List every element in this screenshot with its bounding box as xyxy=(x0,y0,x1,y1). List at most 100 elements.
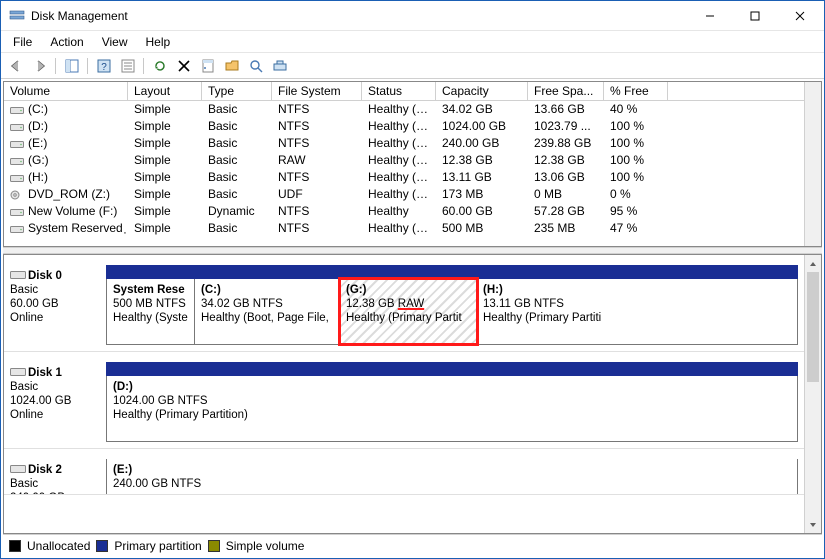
volume-row[interactable]: DVD_ROM (Z:)SimpleBasicUDFHealthy (P...1… xyxy=(4,186,804,203)
cell: 100 % xyxy=(604,152,668,169)
cell: 240.00 GB xyxy=(436,135,528,152)
legend-primary: Primary partition xyxy=(114,539,201,553)
explore-button[interactable] xyxy=(245,55,267,77)
cell: Healthy (P... xyxy=(362,169,436,186)
cell: Basic xyxy=(202,118,272,135)
legend-simple: Simple volume xyxy=(226,539,305,553)
scroll-thumb[interactable] xyxy=(807,272,819,382)
cell: Basic xyxy=(202,186,272,203)
cell: 60.00 GB xyxy=(436,203,528,220)
toolbar-separator xyxy=(141,55,147,77)
volume-table[interactable]: Volume Layout Type File System Status Ca… xyxy=(4,82,804,246)
back-button[interactable] xyxy=(5,55,27,77)
cell: 0 % xyxy=(604,186,668,203)
show-hide-console-tree-button[interactable] xyxy=(61,55,83,77)
col-type[interactable]: Type xyxy=(202,82,272,100)
window-title: Disk Management xyxy=(31,9,128,23)
cell: Simple xyxy=(128,203,202,220)
delete-button[interactable] xyxy=(173,55,195,77)
cell: 0 MB xyxy=(528,186,604,203)
cell: 500 MB xyxy=(436,220,528,237)
cell: Simple xyxy=(128,118,202,135)
cell: Simple xyxy=(128,169,202,186)
forward-button[interactable] xyxy=(29,55,51,77)
cell: Simple xyxy=(128,152,202,169)
layout-area: (E:)240.00 GB NTFS xyxy=(106,459,798,494)
partition[interactable]: (C:)34.02 GB NTFSHealthy (Boot, Page Fil… xyxy=(195,279,340,344)
splitter[interactable] xyxy=(3,247,822,254)
help-button[interactable]: ? xyxy=(93,55,115,77)
cell: (C:) xyxy=(4,101,128,118)
col-fs[interactable]: File System xyxy=(272,82,362,100)
volume-row[interactable]: (C:)SimpleBasicNTFSHealthy (B...34.02 GB… xyxy=(4,101,804,118)
col-pct[interactable]: % Free xyxy=(604,82,668,100)
menu-help[interactable]: Help xyxy=(138,33,179,51)
disk-info: Disk 0Basic60.00 GBOnline xyxy=(10,265,106,345)
cell: Simple xyxy=(128,101,202,118)
cell: (D:) xyxy=(4,118,128,135)
volume-row[interactable]: (E:)SimpleBasicNTFSHealthy (P...240.00 G… xyxy=(4,135,804,152)
cell: Healthy (P... xyxy=(362,186,436,203)
disk-info: Disk 2Basic240.00 GB xyxy=(10,459,106,494)
cell: (H:) xyxy=(4,169,128,186)
properties-button[interactable] xyxy=(197,55,219,77)
disk-row[interactable]: Disk 1Basic1024.00 GBOnline(D:)1024.00 G… xyxy=(4,352,804,449)
open-button[interactable] xyxy=(221,55,243,77)
menu-action[interactable]: Action xyxy=(42,33,91,51)
partition[interactable]: (H:)13.11 GB NTFSHealthy (Primary Partit… xyxy=(477,279,627,344)
maximize-button[interactable] xyxy=(732,2,777,30)
cell: System Reserved xyxy=(4,220,128,237)
cell: Simple xyxy=(128,135,202,152)
disk-layout-view[interactable]: Disk 0Basic60.00 GBOnlineSystem Rese500 … xyxy=(4,255,804,533)
volume-table-header: Volume Layout Type File System Status Ca… xyxy=(4,82,804,101)
settings-button[interactable] xyxy=(117,55,139,77)
volume-row[interactable]: (H:)SimpleBasicNTFSHealthy (P...13.11 GB… xyxy=(4,169,804,186)
cell: 13.66 GB xyxy=(528,101,604,118)
volume-row[interactable]: System ReservedSimpleBasicNTFSHealthy (S… xyxy=(4,220,804,237)
volume-row[interactable]: (G:)SimpleBasicRAWHealthy (P...12.38 GB1… xyxy=(4,152,804,169)
cell: Basic xyxy=(202,152,272,169)
partition[interactable]: (G:)12.38 GB RAWHealthy (Primary Partit xyxy=(340,279,477,344)
layout-cap xyxy=(106,362,798,376)
col-layout[interactable]: Layout xyxy=(128,82,202,100)
drive-settings-button[interactable] xyxy=(269,55,291,77)
cell: NTFS xyxy=(272,135,362,152)
close-button[interactable] xyxy=(777,2,822,30)
disk-row[interactable]: Disk 2Basic240.00 GB(E:)240.00 GB NTFS xyxy=(4,449,804,495)
disk-row[interactable]: Disk 0Basic60.00 GBOnlineSystem Rese500 … xyxy=(4,255,804,352)
scroll-up-button[interactable] xyxy=(805,255,821,272)
col-free[interactable]: Free Spa... xyxy=(528,82,604,100)
cell: Healthy (S... xyxy=(362,220,436,237)
menu-file[interactable]: File xyxy=(5,33,40,51)
volume-row[interactable]: (D:)SimpleBasicNTFSHealthy (P...1024.00 … xyxy=(4,118,804,135)
layout-area: System Rese500 MB NTFSHealthy (Syste(C:)… xyxy=(106,265,798,345)
toolbar-separator xyxy=(53,55,59,77)
cell: 235 MB xyxy=(528,220,604,237)
menu-view[interactable]: View xyxy=(94,33,136,51)
cell: NTFS xyxy=(272,101,362,118)
cell: New Volume (F:) xyxy=(4,203,128,220)
scroll-down-button[interactable] xyxy=(805,516,821,533)
cell: 95 % xyxy=(604,203,668,220)
cell: 100 % xyxy=(604,169,668,186)
col-status[interactable]: Status xyxy=(362,82,436,100)
minimize-button[interactable] xyxy=(687,2,732,30)
partition[interactable]: (D:)1024.00 GB NTFSHealthy (Primary Part… xyxy=(107,376,797,430)
volume-row[interactable]: New Volume (F:)SimpleDynamicNTFSHealthy6… xyxy=(4,203,804,220)
col-volume[interactable]: Volume xyxy=(4,82,128,100)
cell: Healthy (P... xyxy=(362,135,436,152)
cell: DVD_ROM (Z:) xyxy=(4,186,128,203)
cell: Healthy (P... xyxy=(362,118,436,135)
refresh-button[interactable] xyxy=(149,55,171,77)
partition[interactable]: System Rese500 MB NTFSHealthy (Syste xyxy=(107,279,195,344)
col-capacity[interactable]: Capacity xyxy=(436,82,528,100)
cell: Basic xyxy=(202,135,272,152)
col-spacer xyxy=(668,82,804,100)
cell: 13.06 GB xyxy=(528,169,604,186)
cell: Simple xyxy=(128,220,202,237)
title-bar: Disk Management xyxy=(1,1,824,31)
swatch-unallocated xyxy=(9,540,21,552)
partition[interactable]: (E:)240.00 GB NTFS xyxy=(107,459,797,495)
disk-scrollbar[interactable] xyxy=(804,255,821,533)
partitions: System Rese500 MB NTFSHealthy (Syste(C:)… xyxy=(106,279,798,345)
